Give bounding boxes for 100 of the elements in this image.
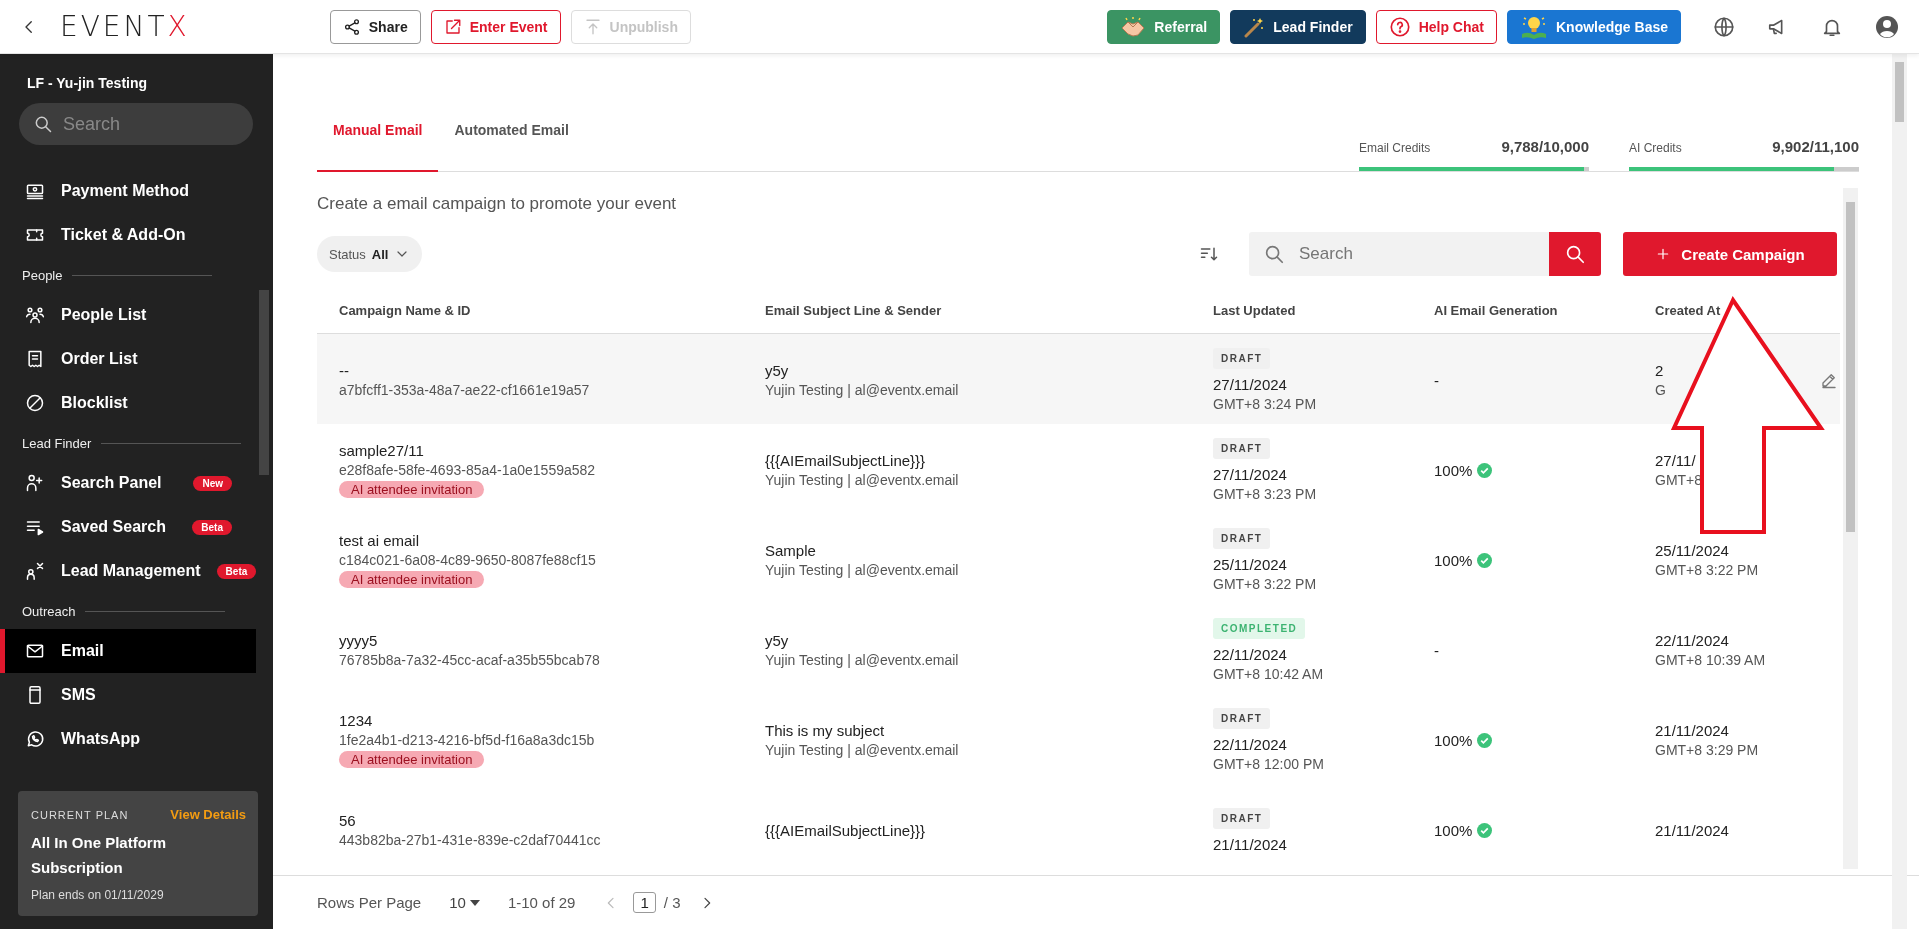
status-badge: DRAFT xyxy=(1213,348,1271,369)
sender: Yujin Testing | al@eventx.email xyxy=(765,382,959,398)
updated-date: 22/11/2024 xyxy=(1213,736,1287,753)
lead-finder-button[interactable]: Lead Finder xyxy=(1230,9,1366,44)
sidebar-item[interactable]: Payment Method xyxy=(0,169,256,213)
status-filter[interactable]: Status All xyxy=(317,236,423,272)
created-date: 21/11/2024 xyxy=(1655,821,1729,839)
column-header: Email Subject Line & Sender xyxy=(765,303,943,318)
tab[interactable]: Automated Email xyxy=(438,110,585,172)
person-plus-icon xyxy=(25,473,45,493)
sidebar-item[interactable]: SMS xyxy=(0,673,256,717)
status-badge: DRAFT xyxy=(1213,708,1271,729)
table-row[interactable]: test ai email c184c021-6a08-4c89-9650-8087fe88cf15 AI attendee invitation Sample Yujin Testing | al@eventx.email DRAFT 25/11/2024 GMT+8 3:22 PM 100% 25/11/2024 GMT+8 3:22 PM xyxy=(317,514,1840,604)
updated-date: 25/11/2024 xyxy=(1213,556,1287,573)
updated-date: 21/11/2024 xyxy=(1213,835,1287,853)
search-field[interactable]: Search xyxy=(1249,232,1549,276)
updated-time: GMT+8 10:42 AM xyxy=(1213,666,1324,682)
sidebar-item[interactable]: Lead Management Beta xyxy=(0,549,256,593)
scrollbar[interactable] xyxy=(259,290,269,475)
table-row[interactable]: -- a7bfcff1-353a-48a7-ae22-cf1661e19a57 y5y Yujin Testing | al@eventx.email DRAFT 27/11/2024 GMT+8 3:24 PM - 2 G xyxy=(317,334,1840,424)
people-icon xyxy=(25,305,45,325)
share-icon xyxy=(342,17,361,36)
created-time: GMT+8 3:29 PM xyxy=(1655,742,1759,758)
event-name: LF - Yu-jin Testing xyxy=(26,74,149,91)
table-row[interactable]: 56 443b82ba-27b1-431e-839e-c2daf70441cc {{{AIEmailSubjectLine}}} DRAFT 21/11/2024 100% 21/11/2024 xyxy=(317,784,1840,874)
page-description: Create a email campaign to promote your event xyxy=(317,194,678,214)
section-label: Lead Finder xyxy=(22,435,92,451)
table-row[interactable]: yyyy5 76785b8a-7a32-45cc-acaf-a35b55bcab78 y5y Yujin Testing | al@eventx.email COMPLETED 22/11/2024 GMT+8 10:42 AM - 22/11/2024 GMT+8 10:39 AM xyxy=(317,604,1840,694)
share-button[interactable]: Share xyxy=(329,9,421,44)
chat-phone-icon xyxy=(25,729,45,749)
updated-date: 27/11/2024 xyxy=(1213,466,1287,483)
ai-generation-value: - xyxy=(1434,371,1439,389)
campaign-id: 76785b8a-7a32-45cc-acaf-a35b55bcab78 xyxy=(339,652,600,668)
plan-name: All In One Platform Subscription xyxy=(31,833,167,878)
sidebar-item[interactable]: Search Panel New xyxy=(0,461,256,505)
campaign-name: 56 xyxy=(339,812,356,829)
sidebar-search-field[interactable]: Search xyxy=(19,103,253,145)
ai-generation-value: 100% xyxy=(1434,551,1473,569)
page-range: 1-10 of 29 xyxy=(507,894,576,911)
sidebar-item[interactable]: Email xyxy=(0,629,256,673)
sidebar-item[interactable]: People List xyxy=(0,293,256,337)
status-badge: Beta xyxy=(192,519,232,535)
sender: Yujin Testing | al@eventx.email xyxy=(765,652,959,668)
ai-generation-value: - xyxy=(1434,641,1439,659)
section-label: Outreach xyxy=(22,603,76,619)
view-details-link[interactable]: View Details xyxy=(170,807,246,822)
status-badge: Beta xyxy=(216,563,257,579)
table-row[interactable]: 1234 1fe2a4b1-d213-4216-bf5d-f16a8a3dc15b AI attendee invitation This is my subject Yujin Testing | al@eventx.email DRAFT 22/11/2024 GMT+8 12:00 PM 100% 21/11/2024 GMT+8 3:29 PM xyxy=(317,694,1840,784)
ai-generation-value: 100% xyxy=(1434,821,1473,839)
status-badge: DRAFT xyxy=(1213,528,1271,549)
sender: Yujin Testing | al@eventx.email xyxy=(765,472,959,488)
updated-time: GMT+8 3:23 PM xyxy=(1213,486,1317,502)
sidebar-item[interactable]: Ticket & Add-On xyxy=(0,213,256,257)
referral-button[interactable]: Referral xyxy=(1107,9,1221,44)
page-number-field[interactable]: 1 xyxy=(633,892,656,913)
plan-label: CURRENT PLAN xyxy=(31,808,129,821)
external-link-icon xyxy=(443,17,462,36)
campaign-name: yyyy5 xyxy=(339,632,378,649)
campaign-tag: AI attendee invitation xyxy=(339,571,485,588)
sidebar-item[interactable]: Order List xyxy=(0,337,256,381)
logo[interactable]: EVENTX xyxy=(60,10,190,43)
status-badge: DRAFT xyxy=(1213,807,1271,829)
help-chat-button[interactable]: Help Chat xyxy=(1375,9,1497,44)
caret-down-icon xyxy=(469,899,480,906)
column-header: AI Email Generation xyxy=(1434,303,1559,318)
page-scrollbar[interactable] xyxy=(1892,54,1907,929)
sidebar-item[interactable]: WhatsApp xyxy=(0,717,256,761)
status-badge: DRAFT xyxy=(1213,438,1271,459)
enter-event-button[interactable]: Enter Event xyxy=(430,9,561,44)
pencil-icon xyxy=(1820,371,1838,389)
rows-per-page-select[interactable]: 10 xyxy=(443,893,486,912)
section-label: People xyxy=(22,267,63,283)
updated-time: GMT+8 3:24 PM xyxy=(1213,396,1317,412)
subject-line: {{{AIEmailSubjectLine}}} xyxy=(765,452,926,469)
sidebar-item[interactable]: Saved Search Beta xyxy=(0,505,256,549)
sender: Yujin Testing | al@eventx.email xyxy=(765,742,959,758)
created-date: 2 xyxy=(1655,362,1664,379)
tab[interactable]: Manual Email xyxy=(317,110,439,172)
search-button[interactable] xyxy=(1549,232,1601,276)
user-avatar-icon[interactable] xyxy=(1875,14,1899,39)
subject-line: y5y xyxy=(765,632,789,649)
sidebar-item[interactable]: Blocklist xyxy=(0,381,256,425)
subject-line: Sample xyxy=(765,542,816,559)
search-icon xyxy=(33,114,53,134)
question-icon xyxy=(1388,15,1411,38)
campaign-id: a7bfcff1-353a-48a7-ae22-cf1661e19a57 xyxy=(339,382,590,398)
sender: Yujin Testing | al@eventx.email xyxy=(765,562,959,578)
block-icon xyxy=(25,393,45,413)
knowledge-base-button[interactable]: Knowledge Base xyxy=(1506,9,1681,44)
campaign-name: 1234 xyxy=(339,712,373,729)
column-header: Created At xyxy=(1655,303,1722,318)
created-time: GMT+8 3:22 PM xyxy=(1655,562,1759,578)
credit-value: 9,788/10,000 xyxy=(1501,138,1589,155)
updated-time: GMT+8 12:00 PM xyxy=(1213,756,1324,772)
create-campaign-button[interactable]: Create Campaign xyxy=(1623,232,1837,276)
plan-end-date: Plan ends on 01/11/2029 xyxy=(31,888,165,902)
campaign-id: 1fe2a4b1-d213-4216-bf5d-f16a8a3dc15b xyxy=(339,732,595,748)
table-row[interactable]: sample27/11 e28f8afe-58fe-4693-85a4-1a0e1559a582 AI attendee invitation {{{AIEmailSubjectLine}}} Yujin Testing | al@eventx.email DRAFT 27/11/2024 GMT+8 3:23 PM 100% 27/11/ GMT+8 xyxy=(317,424,1840,514)
subject-line: {{{AIEmailSubjectLine}}} xyxy=(765,821,926,839)
scrollbar[interactable] xyxy=(1843,188,1858,869)
